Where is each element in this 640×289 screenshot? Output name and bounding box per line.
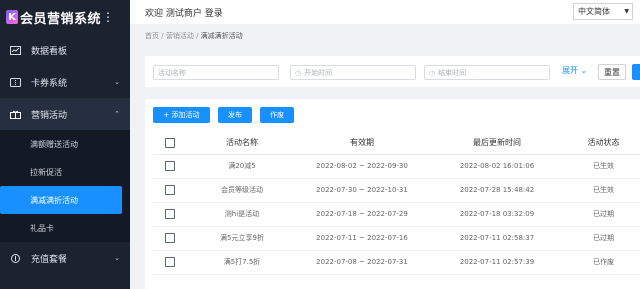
cell-status: 已生效 <box>567 154 640 179</box>
row-checkbox[interactable] <box>165 161 175 171</box>
cell-name: 满5打7.5折 <box>187 250 297 275</box>
breadcrumb-current: 满减满折活动 <box>200 32 243 40</box>
add-activity-button[interactable]: + 添加活动 <box>153 107 210 123</box>
cell-validity: 2022-07-30 ~ 2022-10-31 <box>297 178 427 203</box>
expand-label: 展开 <box>562 66 578 75</box>
sidebar-subitem-acquisition[interactable]: 拉新促活 <box>0 158 130 186</box>
row-checkbox[interactable] <box>165 257 175 267</box>
cell-name: 测hi是活动 <box>187 202 297 227</box>
marketing-submenu: 满额赠送活动 拉新促活 满减满折活动 礼品卡 <box>0 130 130 242</box>
row-checkbox-cell <box>153 202 187 227</box>
sidebar-item-dashboard[interactable]: 数据看板 <box>0 34 130 66</box>
sidebar-subitem-spend-gift[interactable]: 满额赠送活动 <box>0 130 130 158</box>
select-all-checkbox[interactable] <box>165 137 175 148</box>
end-time-input[interactable]: ◷ 结束时间 <box>424 65 550 80</box>
chevron-down-icon: ⌄ <box>114 254 120 262</box>
start-time-input[interactable]: ◷ 开始时间 <box>290 65 416 80</box>
row-checkbox[interactable] <box>165 233 175 243</box>
cell-validity: 2022-07-08 ~ 2022-07-31 <box>297 250 427 275</box>
search-panel: 活动名称 ◷ 开始时间 ◷ 结束时间 展开 ⌄ 重置 <box>145 56 640 87</box>
table-row[interactable]: 满20减5 2022-08-02 ~ 2022-09-30 2022-08-02… <box>153 154 640 179</box>
gift-icon <box>10 110 21 119</box>
clock-icon: ◷ <box>429 68 436 77</box>
row-checkbox-cell <box>153 154 187 179</box>
breadcrumb: 首页 / 营销活动 / 满减满折活动 <box>145 31 243 41</box>
table-row[interactable]: 会员等级活动 2022-07-30 ~ 2022-10-31 2022-07-2… <box>153 178 640 203</box>
expand-link[interactable]: 展开 ⌄ <box>562 65 587 76</box>
chart-icon <box>10 45 21 55</box>
select-all-cell <box>153 132 187 155</box>
breadcrumb-separator: / <box>161 32 164 40</box>
header-updated[interactable]: 最后更新时间 <box>427 132 567 155</box>
activity-table: 活动名称 有效期 最后更新时间 活动状态 满20减5 2022-08-02 ~ … <box>153 132 640 275</box>
cell-name: 满5元立享9折 <box>187 226 297 251</box>
header-name[interactable]: 活动名称 <box>187 132 297 155</box>
row-checkbox-cell <box>153 250 187 275</box>
sidebar-subitem-discount[interactable]: 满减满折活动 <box>0 186 122 214</box>
header-validity[interactable]: 有效期 <box>297 132 427 155</box>
row-checkbox[interactable] <box>165 209 175 219</box>
brand-title: 会员营销系统 <box>20 11 102 27</box>
start-time-placeholder: 开始时间 <box>304 68 333 77</box>
sidebar: K 会员营销系统 ⋮ 数据看板 卡券系统 ⌄ 营销活动 ⌃ 满额赠送活动 拉新促… <box>0 0 130 289</box>
activity-name-input[interactable]: 活动名称 <box>153 65 279 80</box>
sidebar-item-marketing[interactable]: 营销活动 ⌃ <box>0 98 130 130</box>
cell-updated: 2022-07-11 02:58:37 <box>427 226 567 251</box>
void-button[interactable]: 作废 <box>260 107 294 123</box>
cell-status: 已作废 <box>567 250 640 275</box>
language-value: 中文简体 <box>578 7 610 16</box>
cell-name: 满20减5 <box>187 154 297 179</box>
sidebar-item-label: 充值套餐 <box>31 254 68 265</box>
breadcrumb-parent[interactable]: 营销活动 <box>166 32 194 40</box>
breadcrumb-home[interactable]: 首页 <box>145 32 159 40</box>
row-checkbox-cell <box>153 226 187 251</box>
cell-validity: 2022-08-02 ~ 2022-09-30 <box>297 154 427 179</box>
cell-status: 已过期 <box>567 226 640 251</box>
table-row[interactable]: 测hi是活动 2022-07-18 ~ 2022-07-29 2022-07-1… <box>153 202 640 227</box>
cell-validity: 2022-07-18 ~ 2022-07-29 <box>297 202 427 227</box>
table-row[interactable]: 满5元立享9折 2022-07-11 ~ 2022-07-16 2022-07-… <box>153 226 640 251</box>
sidebar-item-label: 数据看板 <box>31 46 68 57</box>
reset-button[interactable]: 重置 <box>598 64 626 80</box>
end-time-placeholder: 结束时间 <box>438 68 467 77</box>
cell-updated: 2022-08-02 16:01:06 <box>427 154 567 179</box>
row-checkbox-cell <box>153 178 187 203</box>
sidebar-item-label: 营销活动 <box>31 110 68 121</box>
cell-name: 会员等级活动 <box>187 178 297 203</box>
sidebar-item-recharge[interactable]: 充值套餐 ⌄ <box>0 242 130 274</box>
chevron-up-icon: ⌃ <box>114 110 120 118</box>
cell-status: 已生效 <box>567 178 640 203</box>
ticket-icon <box>10 77 21 87</box>
cell-status: 已过期 <box>567 202 640 227</box>
top-header: 欢迎 测试商户 登录 <box>130 0 640 24</box>
table-header-row: 活动名称 有效期 最后更新时间 活动状态 <box>153 132 640 155</box>
row-checkbox[interactable] <box>165 185 175 195</box>
brand-logo: K <box>6 10 18 24</box>
chevron-down-icon: ▼ <box>624 8 629 15</box>
brand: K 会员营销系统 ⋮ <box>0 0 130 34</box>
sidebar-subitem-gift-card[interactable]: 礼品卡 <box>0 214 130 242</box>
chevron-down-icon: ⌄ <box>114 78 120 86</box>
header-status[interactable]: 活动状态 <box>567 132 640 155</box>
cell-updated: 2022-07-28 15:48:42 <box>427 178 567 203</box>
cell-validity: 2022-07-11 ~ 2022-07-16 <box>297 226 427 251</box>
search-button[interactable] <box>632 64 640 80</box>
wallet-icon <box>10 253 21 263</box>
more-vertical-icon[interactable]: ⋮ <box>102 11 114 23</box>
breadcrumb-separator: / <box>196 32 199 40</box>
language-select[interactable]: 中文简体 ▼ <box>573 3 633 20</box>
table-panel: + 添加活动 发布 作废 活动名称 有效期 最后更新时间 活动状态 满20减5 … <box>145 99 640 289</box>
cell-updated: 2022-07-18 03:32:09 <box>427 202 567 227</box>
table-row[interactable]: 满5打7.5折 2022-07-08 ~ 2022-07-31 2022-07-… <box>153 250 640 275</box>
activity-name-placeholder: 活动名称 <box>158 68 186 77</box>
cell-updated: 2022-07-11 02:57:39 <box>427 250 567 275</box>
sidebar-item-coupons[interactable]: 卡券系统 ⌄ <box>0 66 130 98</box>
clock-icon: ◷ <box>295 68 302 77</box>
chevron-down-icon: ⌄ <box>580 66 588 75</box>
publish-button[interactable]: 发布 <box>218 107 252 123</box>
welcome-text: 欢迎 测试商户 登录 <box>145 8 223 19</box>
sidebar-item-label: 卡券系统 <box>31 78 68 89</box>
